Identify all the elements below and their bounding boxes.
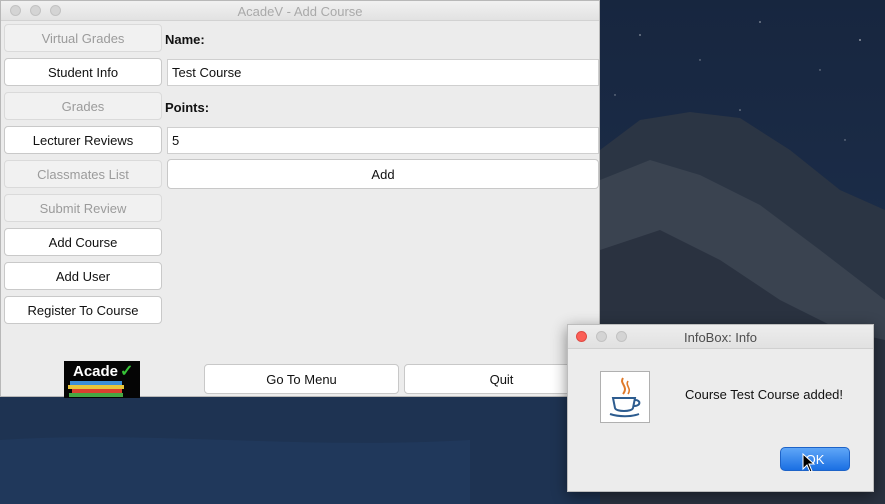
window-title: AcadeV - Add Course [237,4,363,19]
sidebar-submit-review-button[interactable]: Submit Review [4,194,162,222]
add-button[interactable]: Add [167,159,599,189]
dialog-title: InfoBox: Info [684,330,757,345]
acade-logo: Acade ✓ [64,361,140,398]
points-label: Points: [165,100,210,115]
java-icon [600,371,650,423]
sidebar-add-user-button[interactable]: Add User [4,262,162,290]
sidebar-register-to-course-button[interactable]: Register To Course [4,296,162,324]
books-icon [68,381,124,397]
dialog-titlebar[interactable]: InfoBox: Info [568,325,873,349]
name-label: Name: [165,32,205,47]
dialog-message: Course Test Course added! [685,387,844,402]
sidebar-classmates-list-button[interactable]: Classmates List [4,160,162,188]
go-to-menu-button[interactable]: Go To Menu [204,364,399,394]
sidebar-add-course-button[interactable]: Add Course [4,228,162,256]
points-input[interactable]: 5 [167,127,599,154]
info-dialog: InfoBox: Info Course Test Course added! … [567,324,874,492]
course-name-input[interactable]: Test Course [167,59,599,86]
java-cup-icon [609,377,641,418]
sidebar-virtual-grades-button[interactable]: Virtual Grades [4,24,162,52]
sidebar-grades-button[interactable]: Grades [4,92,162,120]
main-window: AcadeV - Add Course Virtual Grades Stude… [0,0,600,398]
window-titlebar[interactable]: AcadeV - Add Course [1,1,599,21]
sidebar-lecturer-reviews-button[interactable]: Lecturer Reviews [4,126,162,154]
sidebar-student-info-button[interactable]: Student Info [4,58,162,86]
mouse-cursor-icon [802,453,816,473]
